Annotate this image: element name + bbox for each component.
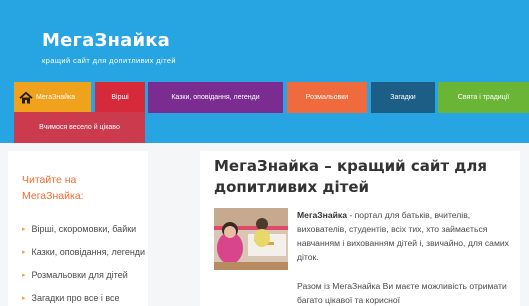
nav-item-home[interactable]: МегаЗнайка [14, 82, 91, 113]
nav-item-learning[interactable]: Вчимося весело й цікаво [14, 112, 145, 143]
sidebar-link[interactable]: ▸ Загадки про все і все [22, 293, 120, 303]
article-intro: МегаЗнайка - портал для батьків, вчителі… [297, 208, 520, 264]
nav-item-tales[interactable]: Казки, оповідання, легенди [148, 82, 283, 113]
nav-item-coloring[interactable]: Розмальовки [287, 82, 367, 113]
bullet-icon: ▸ [22, 249, 26, 256]
sidebar-link-label: Казки, оповідання, легенди [31, 247, 146, 257]
nav-item-holidays[interactable]: Свята і традиції [438, 82, 529, 113]
article-title-line1: МегаЗнайка – кращий сайт для [214, 157, 487, 175]
site-header: МегаЗнайка кращий сайт для допитливих ді… [0, 0, 529, 80]
home-icon [19, 91, 33, 105]
bullet-icon: ▸ [22, 295, 26, 302]
sidebar-link-label: Розмальовки для дітей [31, 270, 128, 280]
kids-photo-illustration [214, 208, 288, 270]
article-title: МегаЗнайка – кращий сайт для допитливих … [214, 156, 514, 198]
sidebar-link[interactable]: ▸ Розмальовки для дітей [22, 270, 128, 280]
sidebar-heading-line1: Читайте на [22, 174, 77, 186]
site-tagline: кращий сайт для допитливих дітей [42, 56, 176, 65]
sidebar-link-label: Вірші, скоромовки, байки [31, 224, 137, 234]
bullet-icon: ▸ [22, 272, 26, 279]
sidebar-link[interactable]: ▸ Вірші, скоромовки, байки [22, 224, 136, 234]
article-paragraph: Разом із МегаЗнайка Ви маєте можливість … [297, 281, 507, 305]
article-thumbnail [214, 208, 288, 270]
site-title[interactable]: МегаЗнайка [42, 30, 170, 51]
nav-item-riddles[interactable]: Загадки [371, 82, 435, 113]
sidebar-heading: Читайте на МегаЗнайка: [22, 172, 132, 204]
bullet-icon: ▸ [22, 226, 26, 233]
article-title-line2: допитливих дітей [214, 178, 370, 196]
nav-item-poems[interactable]: Вірші [95, 82, 145, 113]
article-intro-brand: МегаЗнайка [297, 210, 348, 220]
sidebar-link[interactable]: ▸ Казки, оповідання, легенди [22, 247, 145, 257]
sidebar-heading-line2: МегаЗнайка: [22, 190, 84, 202]
sidebar-link-label: Загадки про все і все [31, 293, 120, 303]
nav-label-home: МегаЗнайка [36, 94, 76, 101]
